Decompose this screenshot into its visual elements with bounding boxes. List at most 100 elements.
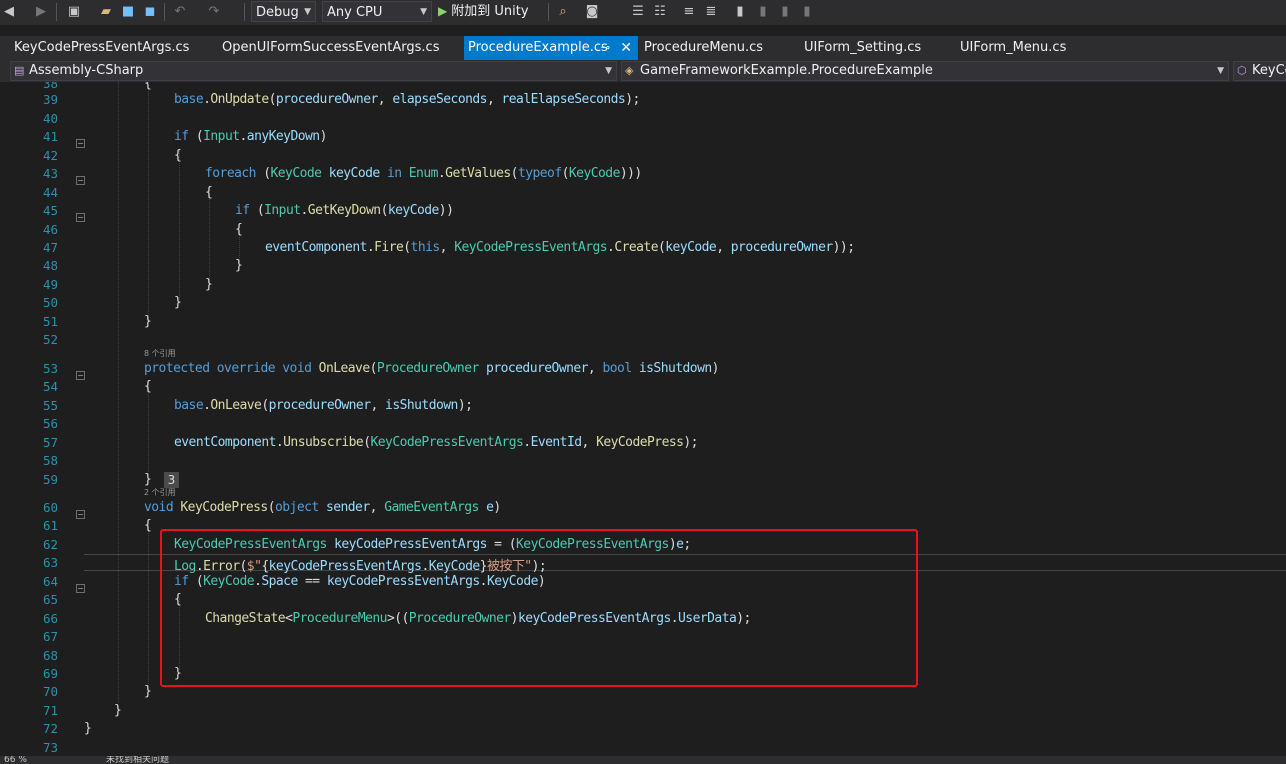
next-bookmark-icon[interactable]: ▮	[778, 3, 792, 21]
line-number: 41	[42, 129, 58, 144]
save-icon[interactable]: ■	[120, 3, 136, 21]
back-icon[interactable]: ◀	[2, 3, 16, 21]
reference-count-hint[interactable]: 2 个引用	[144, 487, 176, 498]
collapsed-region-badge[interactable]: 3	[164, 472, 179, 488]
chevron-down-icon: ▼	[304, 7, 311, 17]
line-number: 43	[42, 166, 58, 181]
code-line: }	[235, 258, 243, 273]
line-number: 46	[42, 222, 58, 237]
issues-status[interactable]: 未找到相关问题	[106, 756, 169, 764]
line-number: 38	[42, 82, 58, 91]
fold-toggle-icon[interactable]: −	[76, 371, 85, 380]
member-select[interactable]: ⬡ KeyCo	[1233, 61, 1286, 81]
line-number: 57	[42, 435, 58, 450]
line-number: 48	[42, 258, 58, 273]
line-number: 39	[42, 92, 58, 107]
line-number: 72	[42, 721, 58, 736]
code-line: if (Input.anyKeyDown)	[174, 129, 327, 144]
code-line: }	[144, 684, 152, 699]
line-number: 54	[42, 379, 58, 394]
tab-uiform-setting[interactable]: UIForm_Setting.cs	[790, 36, 940, 60]
prev-bookmark-icon[interactable]: ▮	[756, 3, 770, 21]
attach-to-unity-button[interactable]: ▶ 附加到 Unity	[438, 1, 529, 22]
fold-toggle-icon[interactable]: −	[76, 213, 85, 222]
line-number: 56	[42, 416, 58, 431]
open-folder-icon[interactable]: ▰	[98, 3, 114, 21]
line-number: 73	[42, 740, 58, 755]
member-value: KeyCo	[1252, 63, 1286, 78]
chevron-down-icon: ▼	[605, 66, 612, 76]
uncomment-icon[interactable]: ≣	[704, 3, 718, 21]
code-editor[interactable]: 38 39 40 41 42 43 44 45 46 47 48 49 50 5…	[0, 82, 1286, 756]
comment-icon[interactable]: ≡	[682, 3, 696, 21]
line-number: 63	[42, 555, 58, 570]
tab-label: ProcedureExample.cs	[468, 40, 608, 55]
fold-toggle-icon[interactable]: −	[76, 176, 85, 185]
fold-toggle-icon[interactable]: −	[76, 139, 85, 148]
code-line: eventComponent.Fire(this, KeyCodePressEv…	[265, 240, 855, 255]
code-line: base.OnLeave(procedureOwner, isShutdown)…	[174, 398, 473, 413]
type-select[interactable]: ◈ GameFrameworkExample.ProcedureExample …	[621, 61, 1229, 81]
platform-value: Any CPU	[327, 5, 383, 20]
tab-label: UIForm_Menu.cs	[960, 40, 1067, 55]
new-project-icon[interactable]: ▣	[64, 3, 84, 21]
forward-icon[interactable]: ▶	[34, 3, 48, 21]
tab-proceduremenu[interactable]: ProcedureMenu.cs	[630, 36, 790, 60]
project-select[interactable]: ▤ Assembly-CSharp ▼	[10, 61, 617, 81]
redo-icon[interactable]: ↷	[206, 3, 222, 21]
line-number: 47	[42, 240, 58, 255]
zoom-level[interactable]: 66 %	[4, 756, 27, 764]
fold-toggle-icon[interactable]: −	[76, 510, 85, 519]
code-line: {	[235, 222, 243, 237]
outline-icon[interactable]: ☷	[652, 3, 668, 21]
code-line: protected override void OnLeave(Procedur…	[144, 361, 719, 376]
screenshot-icon[interactable]: ◙	[584, 3, 600, 21]
indent-guide	[179, 150, 180, 304]
editor-status-strip: 66 % 未找到相关问题	[0, 756, 1286, 764]
reference-count-hint[interactable]: 8 个引用	[144, 348, 176, 359]
line-number: 45	[42, 203, 58, 218]
code-line: base.OnUpdate(procedureOwner, elapseSeco…	[174, 92, 640, 107]
save-all-icon[interactable]: ◼	[142, 3, 158, 21]
play-icon: ▶	[438, 4, 448, 18]
line-number: 70	[42, 684, 58, 699]
clear-bookmarks-icon[interactable]: ▮	[800, 3, 814, 21]
code-line: }	[84, 721, 92, 736]
line-number: 66	[42, 611, 58, 626]
tab-label: OpenUIFormSuccessEventArgs.cs	[222, 40, 440, 55]
tab-keycodepresseventargs[interactable]: KeyCodePressEventArgs.cs	[0, 36, 200, 60]
line-number: 53	[42, 361, 58, 376]
tab-procedureexample[interactable]: ProcedureExample.cs ⊸ ✕	[464, 36, 638, 60]
line-number: 68	[42, 648, 58, 663]
code-line: {	[205, 185, 213, 200]
line-number: 64	[42, 574, 58, 589]
toolbar-separator	[244, 3, 245, 21]
annotation-highlight-box	[160, 529, 918, 687]
format-icon[interactable]: ☰	[630, 3, 646, 21]
bookmark-icon[interactable]: ▮	[733, 3, 747, 21]
project-icon: ▤	[14, 64, 25, 77]
type-value: GameFrameworkExample.ProcedureExample	[640, 63, 933, 78]
line-number: 55	[42, 398, 58, 413]
tab-uiform-menu[interactable]: UIForm_Menu.cs	[946, 36, 1096, 60]
pin-icon[interactable]: ⊸	[601, 36, 610, 60]
code-line: eventComponent.Unsubscribe(KeyCodePressE…	[174, 435, 699, 450]
line-number: 67	[42, 629, 58, 644]
find-in-files-icon[interactable]: ⌕	[555, 3, 571, 21]
chevron-down-icon: ▼	[1217, 66, 1224, 76]
document-tabs: KeyCodePressEventArgs.cs OpenUIFormSucce…	[0, 36, 1286, 62]
code-line: }	[144, 472, 152, 487]
code-line: }	[114, 703, 122, 718]
line-number: 60	[42, 500, 58, 515]
code-line: foreach (KeyCode keyCode in Enum.GetValu…	[205, 166, 642, 181]
undo-icon[interactable]: ↶	[172, 3, 188, 21]
fold-toggle-icon[interactable]: −	[76, 584, 85, 593]
tab-openuiformsuccesseventargs[interactable]: OpenUIFormSuccessEventArgs.cs	[208, 36, 464, 60]
line-number: 44	[42, 185, 58, 200]
code-line: void KeyCodePress(object sender, GameEve…	[144, 500, 501, 515]
chevron-down-icon: ▼	[420, 7, 427, 17]
configuration-select[interactable]: Debug ▼	[251, 1, 316, 22]
member-icon: ⬡	[1237, 64, 1247, 77]
code-line: {	[144, 379, 152, 394]
platform-select[interactable]: Any CPU ▼	[322, 1, 432, 22]
